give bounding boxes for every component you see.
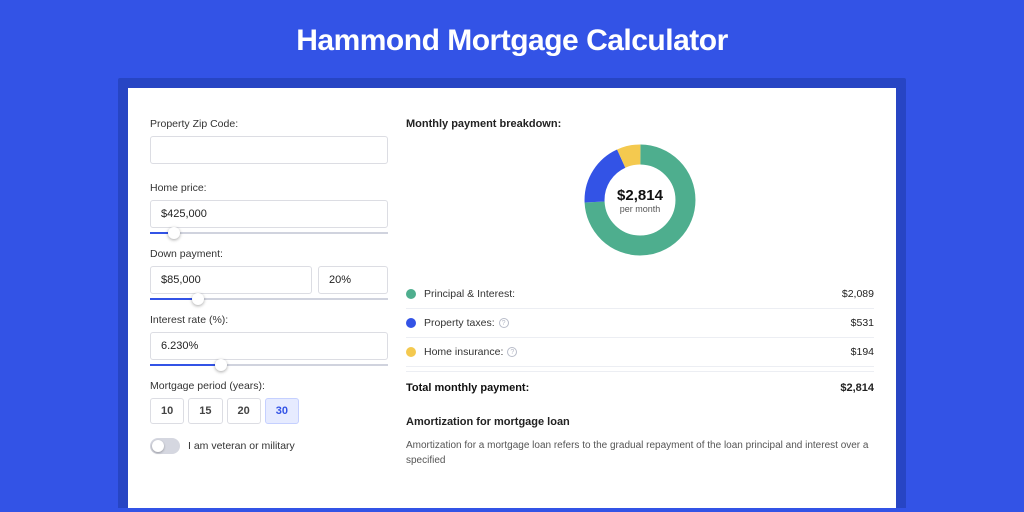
page-root: Hammond Mortgage Calculator Property Zip… bbox=[0, 0, 1024, 512]
slider-thumb[interactable] bbox=[192, 293, 204, 305]
veteran-row: I am veteran or military bbox=[150, 438, 388, 454]
breakdown-title: Monthly payment breakdown: bbox=[406, 118, 874, 130]
slider-thumb[interactable] bbox=[215, 359, 227, 371]
period-btn-10[interactable]: 10 bbox=[150, 398, 184, 424]
total-value: $2,814 bbox=[840, 382, 874, 394]
legend-value: $531 bbox=[851, 317, 874, 329]
info-icon[interactable]: ? bbox=[507, 347, 517, 357]
breakdown-panel: Monthly payment breakdown: $2,814 per mo… bbox=[406, 118, 874, 508]
legend-text: Principal & Interest: bbox=[424, 288, 515, 300]
period-btn-15[interactable]: 15 bbox=[188, 398, 222, 424]
amortization-body: Amortization for a mortgage loan refers … bbox=[406, 438, 874, 468]
legend-value: $194 bbox=[851, 346, 874, 358]
zip-label: Property Zip Code: bbox=[150, 118, 388, 130]
donut-chart-wrap: $2,814 per month bbox=[406, 140, 874, 260]
zip-input[interactable] bbox=[150, 136, 388, 164]
zip-group: Property Zip Code: bbox=[150, 118, 388, 164]
slider-thumb[interactable] bbox=[168, 227, 180, 239]
period-group: Mortgage period (years): 10 15 20 30 bbox=[150, 380, 388, 424]
legend-row-insurance: Home insurance: ? $194 bbox=[406, 338, 874, 367]
legend-text: Property taxes: bbox=[424, 317, 495, 329]
home-price-input[interactable] bbox=[150, 200, 388, 228]
interest-label: Interest rate (%): bbox=[150, 314, 388, 326]
legend-label: Home insurance: ? bbox=[424, 346, 517, 358]
dot-icon bbox=[406, 289, 416, 299]
legend-row-principal: Principal & Interest: $2,089 bbox=[406, 280, 874, 309]
donut-chart: $2,814 per month bbox=[580, 140, 700, 260]
donut-amount: $2,814 bbox=[617, 187, 663, 204]
total-row: Total monthly payment: $2,814 bbox=[406, 371, 874, 408]
amortization-title: Amortization for mortgage loan bbox=[406, 416, 874, 428]
legend-text: Home insurance: bbox=[424, 346, 503, 358]
period-btn-20[interactable]: 20 bbox=[227, 398, 261, 424]
legend-label: Property taxes: ? bbox=[424, 317, 509, 329]
down-payment-input[interactable] bbox=[150, 266, 312, 294]
legend-value: $2,089 bbox=[842, 288, 874, 300]
card-shadow-wrap: Property Zip Code: Home price: Down paym… bbox=[118, 78, 906, 508]
legend-row-taxes: Property taxes: ? $531 bbox=[406, 309, 874, 338]
toggle-knob bbox=[152, 440, 164, 452]
veteran-toggle[interactable] bbox=[150, 438, 180, 454]
period-label: Mortgage period (years): bbox=[150, 380, 388, 392]
home-price-slider[interactable] bbox=[150, 232, 388, 234]
home-price-label: Home price: bbox=[150, 182, 388, 194]
page-title: Hammond Mortgage Calculator bbox=[0, 0, 1024, 78]
calculator-card: Property Zip Code: Home price: Down paym… bbox=[128, 88, 896, 508]
donut-center: $2,814 per month bbox=[580, 140, 700, 260]
form-panel: Property Zip Code: Home price: Down paym… bbox=[150, 118, 388, 508]
interest-group: Interest rate (%): bbox=[150, 314, 388, 366]
donut-sub: per month bbox=[620, 204, 661, 214]
period-btn-30[interactable]: 30 bbox=[265, 398, 299, 424]
info-icon[interactable]: ? bbox=[499, 318, 509, 328]
down-payment-label: Down payment: bbox=[150, 248, 388, 260]
interest-slider[interactable] bbox=[150, 364, 388, 366]
home-price-group: Home price: bbox=[150, 182, 388, 234]
dot-icon bbox=[406, 347, 416, 357]
interest-input[interactable] bbox=[150, 332, 388, 360]
legend-label: Principal & Interest: bbox=[424, 288, 515, 300]
dot-icon bbox=[406, 318, 416, 328]
period-options: 10 15 20 30 bbox=[150, 398, 388, 424]
veteran-label: I am veteran or military bbox=[188, 440, 295, 452]
down-payment-slider[interactable] bbox=[150, 298, 388, 300]
total-label: Total monthly payment: bbox=[406, 382, 529, 394]
down-payment-group: Down payment: bbox=[150, 248, 388, 300]
down-payment-pct-input[interactable] bbox=[318, 266, 388, 294]
